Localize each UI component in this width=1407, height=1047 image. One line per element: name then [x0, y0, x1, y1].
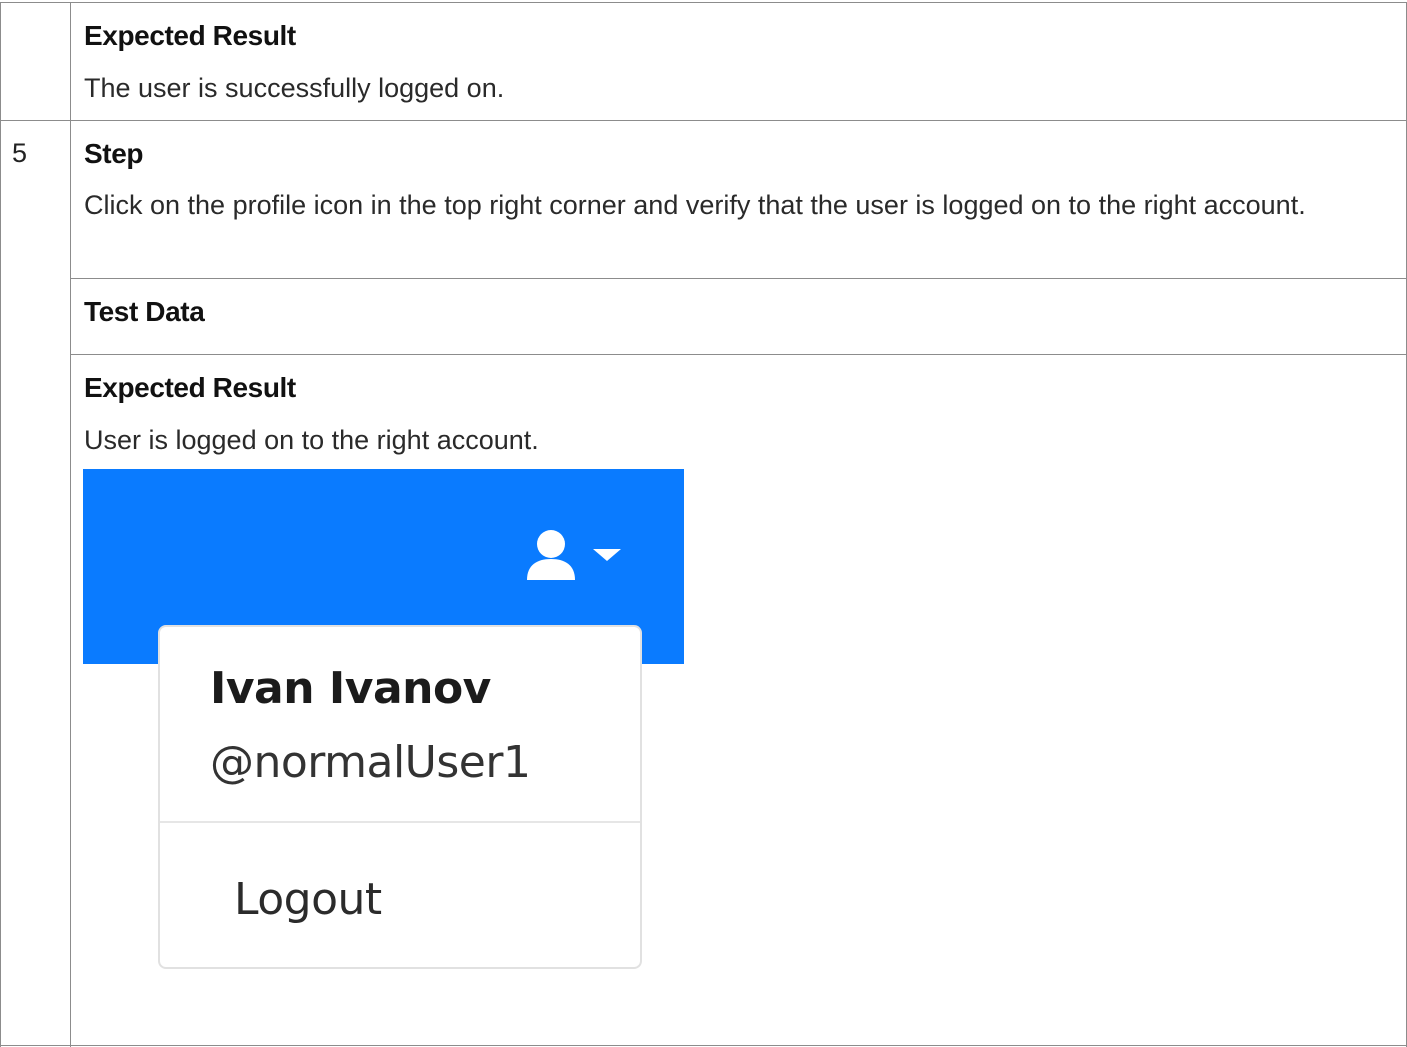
section-divider: [71, 354, 1407, 355]
app-screenshot: Ivan Ivanov @normalUser1 Logout: [83, 469, 684, 971]
user-icon: [527, 530, 575, 580]
profile-menu-toggle[interactable]: [523, 525, 633, 585]
expected-result-text: The user is successfully logged on.: [84, 73, 505, 103]
expected-result-heading: Expected Result: [84, 20, 296, 51]
caret-down-icon: [593, 549, 621, 561]
profile-dropdown-menu: Ivan Ivanov @normalUser1 Logout: [158, 625, 642, 969]
logout-menu-item[interactable]: Logout: [234, 874, 382, 925]
section-divider: [71, 278, 1407, 279]
user-handle: @normalUser1: [210, 737, 531, 788]
table-border-bottom: [0, 1045, 1407, 1046]
test-case-table: Expected Result The user is successfully…: [0, 0, 1407, 1047]
user-full-name: Ivan Ivanov: [210, 663, 491, 714]
step-heading: Step: [84, 138, 144, 169]
table-border-left: [0, 2, 1, 1047]
expected-result-heading: Expected Result: [84, 372, 296, 403]
expected-result-text: User is logged on to the right account.: [84, 425, 539, 455]
table-border-top: [0, 2, 1407, 3]
menu-divider: [160, 821, 640, 823]
step-text: Click on the profile icon in the top rig…: [84, 190, 1306, 220]
row-divider: [0, 120, 1407, 121]
step-number: 5: [12, 138, 28, 168]
test-data-heading: Test Data: [84, 296, 205, 327]
column-divider: [70, 2, 71, 1047]
